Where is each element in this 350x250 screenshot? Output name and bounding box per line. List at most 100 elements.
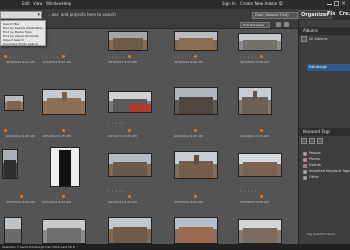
menu-edit[interactable]: Edit	[22, 1, 30, 7]
keyword-tags-title: Keyword Tags	[303, 129, 331, 134]
maximize-icon[interactable]	[334, 1, 339, 6]
tag-icon	[4, 129, 7, 132]
tag-icon	[4, 55, 7, 58]
photo-thumbnail[interactable]	[174, 87, 218, 115]
album-item-edinburgh[interactable]: Edinburgh	[307, 64, 350, 71]
photo-thumbnail[interactable]	[108, 91, 152, 113]
photo-date: 4/15/2011 9:27 AM	[6, 60, 35, 64]
search-options-menu: Search Bar Find by Details (Metadata)...…	[0, 20, 46, 46]
people-tag-icon	[303, 152, 307, 156]
photo-date: 4/15/2011 9:23 AM	[108, 200, 137, 204]
tag-icon	[260, 195, 263, 198]
tag-selected-items-label: Tag Selected Items	[307, 232, 336, 236]
tag-places[interactable]: Places	[309, 157, 320, 162]
photo-date: 4/15/2011 9:27 AM	[42, 60, 71, 64]
photo-date: 4/15/2011 9:24 AM	[6, 200, 35, 204]
view-dropdown[interactable]: Edit Metadata	[240, 22, 270, 28]
menu-help[interactable]: Help	[62, 1, 71, 7]
photo-date: 4/15/2011 9:23 AM	[174, 200, 203, 204]
tag-icon	[194, 129, 197, 132]
chevron-down-icon[interactable]: ▾	[37, 12, 40, 18]
photo-thumbnail[interactable]	[238, 219, 282, 244]
places-tag-icon	[303, 158, 307, 162]
tag-other[interactable]: Other	[309, 175, 319, 180]
photo-date: 4/15/2011 9:26 AM	[6, 134, 35, 138]
tag-icon	[128, 129, 131, 132]
menu-option-duplicate-search[interactable]: Duplicate Photo Search	[3, 42, 38, 46]
photo-thumbnail[interactable]	[50, 147, 80, 187]
rating-stars[interactable]: • • • • •	[108, 55, 125, 59]
album-item-all[interactable]: All Albums	[309, 37, 328, 42]
photo-thumbnail[interactable]	[238, 153, 282, 177]
photo-thumbnail[interactable]	[4, 217, 22, 244]
tag-events[interactable]: Events	[309, 163, 321, 168]
rating-stars[interactable]: • • • • •	[240, 55, 257, 59]
albums-header[interactable]: Albums	[299, 27, 350, 35]
search-hint: ...ear, and projects here to search	[48, 12, 116, 17]
sort-dropdown[interactable]: Date (Newest First)	[252, 12, 298, 19]
photo-organizer-window: Edit View Window Help Sign In Create New…	[0, 0, 350, 250]
rating-stars[interactable]: • • • • •	[6, 55, 23, 59]
tag-icon	[260, 55, 263, 58]
menu-window[interactable]: Window	[46, 1, 62, 7]
workspace-tabs: Organizer Fix Cre...	[298, 9, 350, 20]
tag-icon	[62, 55, 65, 58]
rating-stars[interactable]: • • • • •	[42, 55, 59, 59]
album-label: Edinburgh	[309, 65, 327, 69]
add-album-icon[interactable]	[301, 36, 307, 42]
photo-thumbnail[interactable]	[42, 219, 86, 244]
tag-imported[interactable]: Imported Keyword Tags	[309, 169, 350, 174]
photo-date: 4/15/2011 9:25 AM	[108, 134, 137, 138]
rating-stars[interactable]: • • • • •	[108, 189, 125, 193]
tab-create[interactable]: Cre...	[337, 10, 350, 19]
grid-view-icon[interactable]	[276, 22, 281, 27]
tag-icon	[62, 129, 65, 132]
tab-fix[interactable]: Fix	[325, 10, 337, 19]
other-tag-icon	[303, 176, 307, 180]
tag-people[interactable]: People	[309, 151, 321, 156]
sign-in-link[interactable]: Sign In	[222, 1, 236, 7]
photo-thumbnail[interactable]	[108, 153, 152, 177]
photo-thumbnail[interactable]	[174, 151, 218, 179]
delete-tag-icon[interactable]	[317, 138, 323, 144]
photo-date: 4/15/2011 9:25 AM	[42, 134, 71, 138]
keyword-tags-panel: Keyword Tags People Places Events Import…	[298, 128, 350, 244]
photo-thumbnail[interactable]	[42, 89, 86, 115]
list-view-icon[interactable]	[284, 22, 289, 27]
photo-thumbnail[interactable]	[108, 217, 152, 244]
events-tag-icon	[303, 164, 307, 168]
photo-date: 4/15/2011 9:22 AM	[240, 200, 269, 204]
photo-thumbnail[interactable]	[174, 31, 218, 51]
media-grid: • • • • • • • • • • • • • • • • • • • • …	[0, 29, 298, 244]
menu-view[interactable]: View	[33, 1, 43, 7]
tag-icon	[128, 195, 131, 198]
photo-date: 4/15/2011 9:24 AM	[42, 200, 71, 204]
photo-thumbnail[interactable]	[174, 217, 218, 244]
tag-icon	[128, 55, 131, 58]
keyword-tags-header[interactable]: Keyword Tags	[299, 128, 350, 136]
tag-icon	[20, 195, 23, 198]
rating-stars[interactable]: • • • • •	[240, 189, 257, 193]
rating-stars[interactable]: • • • • •	[108, 121, 125, 125]
photo-date: 4/15/2011 9:24 AM	[240, 134, 269, 138]
photo-thumbnail[interactable]	[4, 95, 24, 111]
create-account-link[interactable]: Create New Adobe ID	[240, 1, 283, 7]
rating-stars[interactable]: • • • • •	[174, 55, 191, 59]
photo-thumbnail[interactable]	[108, 31, 148, 51]
edit-tag-icon[interactable]	[309, 138, 315, 144]
minimize-icon[interactable]	[327, 1, 332, 5]
albums-panel: Albums All Albums Edinburgh	[298, 20, 350, 128]
menu-bar: Edit View Window Help Sign In Create New…	[0, 0, 350, 9]
status-bar: Selected: 1 items Edinburgh Dec 2010 Las…	[0, 244, 350, 250]
photo-thumbnail[interactable]	[238, 33, 282, 51]
photo-thumbnail[interactable]	[2, 149, 18, 179]
photo-date: 4/15/2011 9:26 AM	[240, 60, 269, 64]
albums-title: Albums	[303, 28, 318, 33]
photo-date: 4/15/2011 9:26 AM	[174, 60, 203, 64]
photo-thumbnail[interactable]	[238, 87, 272, 115]
tag-icon	[194, 195, 197, 198]
search-input[interactable]: ▾	[0, 11, 42, 19]
add-tag-icon[interactable]	[301, 138, 307, 144]
tag-icon	[260, 129, 263, 132]
close-icon[interactable]: ×	[341, 1, 346, 7]
